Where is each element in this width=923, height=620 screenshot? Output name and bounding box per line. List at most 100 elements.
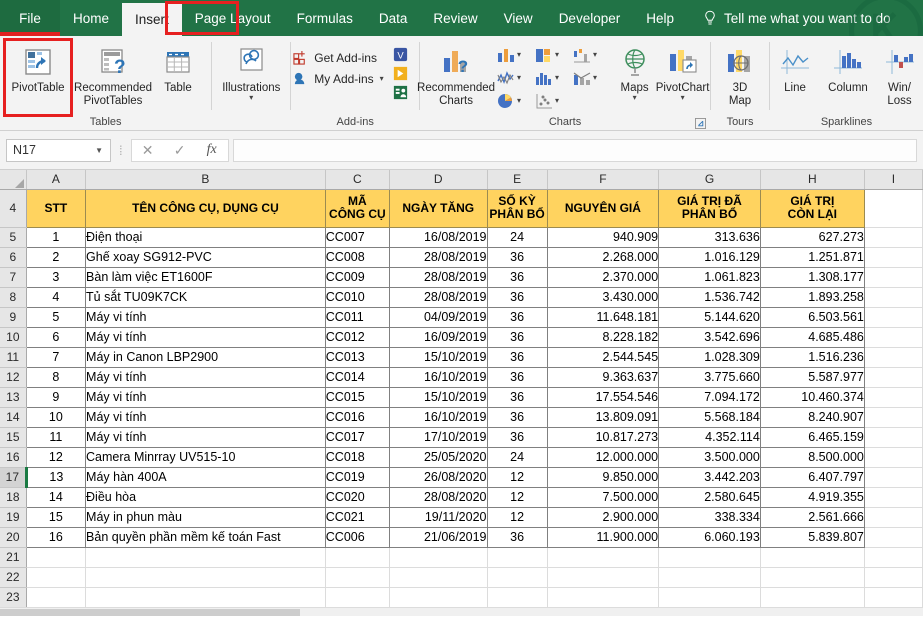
sparkline-column-button[interactable]: Column [820,41,876,95]
row-header-9[interactable]: 9 [0,307,26,327]
tab-data[interactable]: Data [366,0,421,36]
tab-developer[interactable]: Developer [546,0,634,36]
recommended-charts-button[interactable]: ? Recommended Charts [420,41,492,108]
cell-ngay-tang-row6[interactable]: 28/08/2019 [390,247,488,267]
cell-stt-row5[interactable]: 1 [26,227,85,247]
row-header-15[interactable]: 15 [0,427,26,447]
cell-so-ky-phan-bo-row13[interactable]: 36 [487,387,547,407]
cell-gia-tri-da-phan-bo-row5[interactable]: 313.636 [659,227,761,247]
cell-ngay-tang-row18[interactable]: 28/08/2020 [390,487,488,507]
cell-empty-23-3[interactable] [390,587,488,607]
row-header-20[interactable]: 20 [0,527,26,547]
cell-gia-tri-da-phan-bo-row18[interactable]: 2.580.645 [659,487,761,507]
cell-ngay-tang-row9[interactable]: 04/09/2019 [390,307,488,327]
sparkline-line-button[interactable]: Line [770,41,820,95]
cell-ma-cong-cu-row17[interactable]: CC019 [325,467,389,487]
chevron-down-icon[interactable]: ▾ [593,75,597,81]
cell-gia-tri-da-phan-bo-row19[interactable]: 338.334 [659,507,761,527]
cell-stt-row20[interactable]: 16 [26,527,85,547]
cell-nguyen-gia-row18[interactable]: 7.500.000 [547,487,658,507]
cell-I11[interactable] [864,347,922,367]
cell-gia-tri-con-lai-row15[interactable]: 6.465.159 [760,427,864,447]
fx-icon[interactable]: fx [196,142,228,158]
cell-gia-tri-da-phan-bo-row11[interactable]: 1.028.309 [659,347,761,367]
chevron-down-icon[interactable]: ▼ [95,146,103,155]
cell-nguyen-gia-row5[interactable]: 940.909 [547,227,658,247]
cell-empty-23-5[interactable] [547,587,658,607]
cell-gia-tri-da-phan-bo-row14[interactable]: 5.568.184 [659,407,761,427]
cell-ten-cong-cu-row19[interactable]: Máy in phun màu [86,507,326,527]
cell-gia-tri-da-phan-bo-row13[interactable]: 7.094.172 [659,387,761,407]
chevron-down-icon[interactable]: ▾ [555,52,559,58]
tab-formulas[interactable]: Formulas [284,0,366,36]
column-header-H[interactable]: H [760,170,864,189]
cell-ngay-tang-row7[interactable]: 28/08/2019 [390,267,488,287]
cell-nguyen-gia-row12[interactable]: 9.363.637 [547,367,658,387]
cell-ngay-tang-row17[interactable]: 26/08/2020 [390,467,488,487]
cell-ngay-tang-row19[interactable]: 19/11/2020 [390,507,488,527]
cell-I12[interactable] [864,367,922,387]
waterfall-chart-button[interactable]: ▾ [572,46,610,64]
cell-nguyen-gia-row16[interactable]: 12.000.000 [547,447,658,467]
cell-I6[interactable] [864,247,922,267]
cell-empty-22-8[interactable] [864,567,922,587]
row-header-17[interactable]: 17 [0,467,26,487]
cell-nguyen-gia-row6[interactable]: 2.268.000 [547,247,658,267]
tab-page-layout[interactable]: Page Layout [182,0,284,36]
statistic-chart-button[interactable]: ▾ [534,69,572,87]
cell-so-ky-phan-bo-row15[interactable]: 36 [487,427,547,447]
cell-stt-row6[interactable]: 2 [26,247,85,267]
cell-empty-23-1[interactable] [86,587,326,607]
cell-stt-row19[interactable]: 15 [26,507,85,527]
cell-ma-cong-cu-row20[interactable]: CC006 [325,527,389,547]
get-addins-button[interactable]: Get Add-ins [291,47,389,68]
cell-gia-tri-con-lai-row20[interactable]: 5.839.807 [760,527,864,547]
cell-empty-23-7[interactable] [760,587,864,607]
column-header-I[interactable]: I [864,170,922,189]
row-header-16[interactable]: 16 [0,447,26,467]
recommended-pivottables-button[interactable]: ? Recommended PivotTables [76,41,150,108]
cell-I13[interactable] [864,387,922,407]
cell-gia-tri-da-phan-bo-row15[interactable]: 4.352.114 [659,427,761,447]
cell-stt-row16[interactable]: 12 [26,447,85,467]
chevron-down-icon[interactable]: ▾ [555,98,559,104]
cell-so-ky-phan-bo-row6[interactable]: 36 [487,247,547,267]
cell-ma-cong-cu-row5[interactable]: CC007 [325,227,389,247]
cell-ten-cong-cu-row15[interactable]: Máy vi tính [86,427,326,447]
cell-stt-row15[interactable]: 11 [26,427,85,447]
cell-stt-row17[interactable]: 13 [26,467,85,487]
cell-I19[interactable] [864,507,922,527]
select-all-corner[interactable] [0,170,26,189]
cell-ten-cong-cu-row12[interactable]: Máy vi tính [86,367,326,387]
cell-gia-tri-da-phan-bo-row7[interactable]: 1.061.823 [659,267,761,287]
cell-ngay-tang-row10[interactable]: 16/09/2019 [390,327,488,347]
tab-help[interactable]: Help [633,0,687,36]
pie-doughnut-chart-button[interactable]: ▾ [496,92,534,110]
cell-empty-22-1[interactable] [86,567,326,587]
cell-empty-23-2[interactable] [325,587,389,607]
line-area-chart-button[interactable]: ▾ [496,69,534,87]
cell-gia-tri-da-phan-bo-row10[interactable]: 3.542.696 [659,327,761,347]
cell-empty-22-0[interactable] [26,567,85,587]
cell-nguyen-gia-row20[interactable]: 11.900.000 [547,527,658,547]
cell-gia-tri-con-lai-row16[interactable]: 8.500.000 [760,447,864,467]
cell-so-ky-phan-bo-row14[interactable]: 36 [487,407,547,427]
people-graph-addin-icon[interactable] [392,84,409,101]
cell-I8[interactable] [864,287,922,307]
3d-map-button[interactable]: 3D Map [711,41,769,108]
cell-gia-tri-con-lai-row17[interactable]: 6.407.797 [760,467,864,487]
cell-ten-cong-cu-row16[interactable]: Camera Minrray UV515-10 [86,447,326,467]
cell-ten-cong-cu-row18[interactable]: Điều hòa [86,487,326,507]
chevron-down-icon[interactable]: ▾ [593,52,597,58]
cell-ngay-tang-row20[interactable]: 21/06/2019 [390,527,488,547]
chevron-down-icon[interactable]: ▾ [517,52,521,58]
cell-I16[interactable] [864,447,922,467]
cell-stt-row11[interactable]: 7 [26,347,85,367]
row-header-19[interactable]: 19 [0,507,26,527]
cell-gia-tri-con-lai-row19[interactable]: 2.561.666 [760,507,864,527]
cell-I7[interactable] [864,267,922,287]
cell-nguyen-gia-row11[interactable]: 2.544.545 [547,347,658,367]
cell-ma-cong-cu-row6[interactable]: CC008 [325,247,389,267]
cell-I14[interactable] [864,407,922,427]
cell-nguyen-gia-row19[interactable]: 2.900.000 [547,507,658,527]
